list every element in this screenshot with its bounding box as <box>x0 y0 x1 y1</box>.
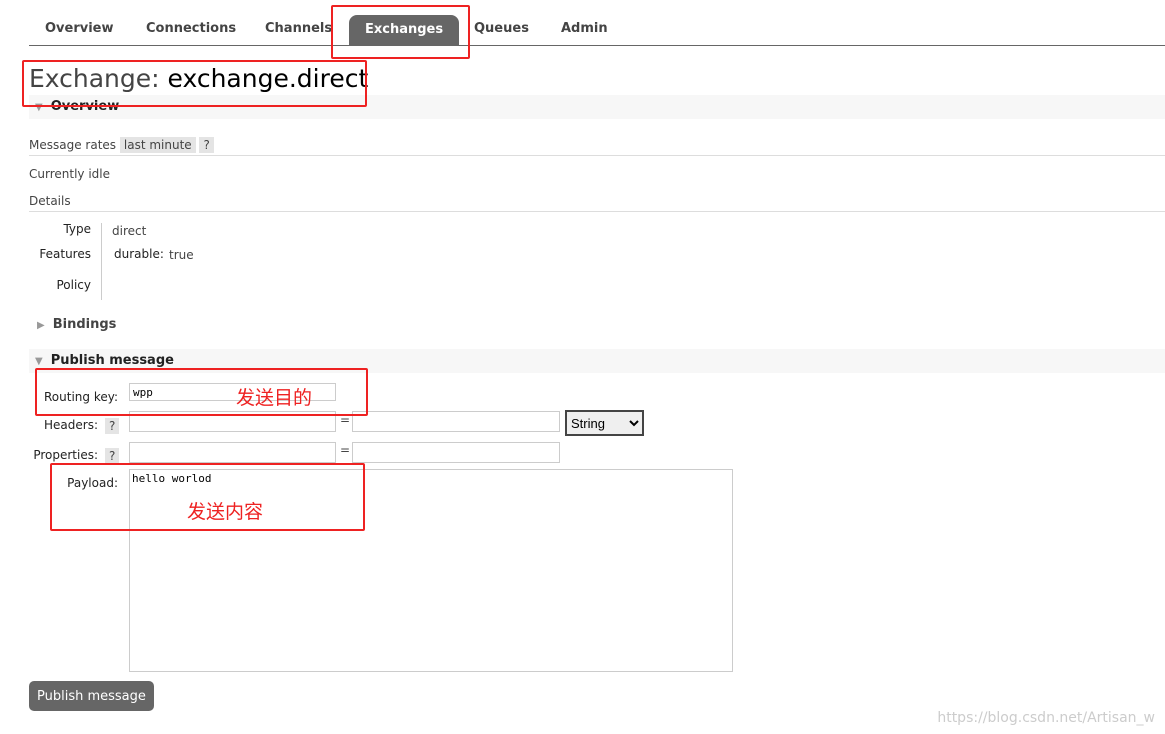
details-heading: Details <box>29 194 71 208</box>
section-title: Publish message <box>50 353 174 368</box>
feature-key: durable: <box>114 247 164 261</box>
section-title: Bindings <box>52 317 117 332</box>
annotation-note: 发送目的 <box>236 387 313 409</box>
details-divider <box>101 223 102 300</box>
header-type-select[interactable]: String <box>565 410 644 436</box>
type-label: Type <box>63 222 91 236</box>
annotation-note: 发送内容 <box>187 501 264 523</box>
divider <box>29 155 1165 156</box>
headers-help-button[interactable]: ? <box>105 418 120 434</box>
header-value-input[interactable] <box>352 411 560 432</box>
tab-admin[interactable]: Admin <box>545 18 624 45</box>
tab-connections[interactable]: Connections <box>130 18 252 45</box>
type-value: direct <box>112 224 147 238</box>
idle-status: Currently idle <box>29 167 110 181</box>
properties-help-button[interactable]: ? <box>105 448 120 464</box>
headers-label: Headers: <box>44 418 98 432</box>
tab-queues[interactable]: Queues <box>458 18 545 45</box>
publish-message-button[interactable]: Publish message <box>29 681 154 711</box>
features-label: Features <box>39 247 91 261</box>
property-key-input[interactable] <box>129 442 336 463</box>
bindings-section-header[interactable]: ▶ Bindings <box>29 317 116 332</box>
annotation-box <box>331 5 470 59</box>
watermark: https://blog.csdn.net/Artisan_w <box>937 710 1155 726</box>
tab-overview[interactable]: Overview <box>29 18 130 45</box>
annotation-box <box>35 368 368 416</box>
equals-sign: = <box>340 443 351 457</box>
message-rates: Message rates last minute ? <box>29 137 214 153</box>
rates-label: Message rates <box>29 138 117 152</box>
help-button[interactable]: ? <box>199 137 214 153</box>
feature-value: true <box>169 248 194 262</box>
properties-label: Properties: <box>33 448 98 462</box>
annotation-box <box>22 60 367 107</box>
main-nav: Overview Connections Channels Exchanges … <box>29 11 1165 46</box>
policy-label: Policy <box>56 278 91 292</box>
property-value-input[interactable] <box>352 442 560 463</box>
expand-triangle-icon: ▶ <box>37 320 45 331</box>
rates-period-selector[interactable]: last minute <box>119 137 196 153</box>
divider <box>29 211 1165 212</box>
